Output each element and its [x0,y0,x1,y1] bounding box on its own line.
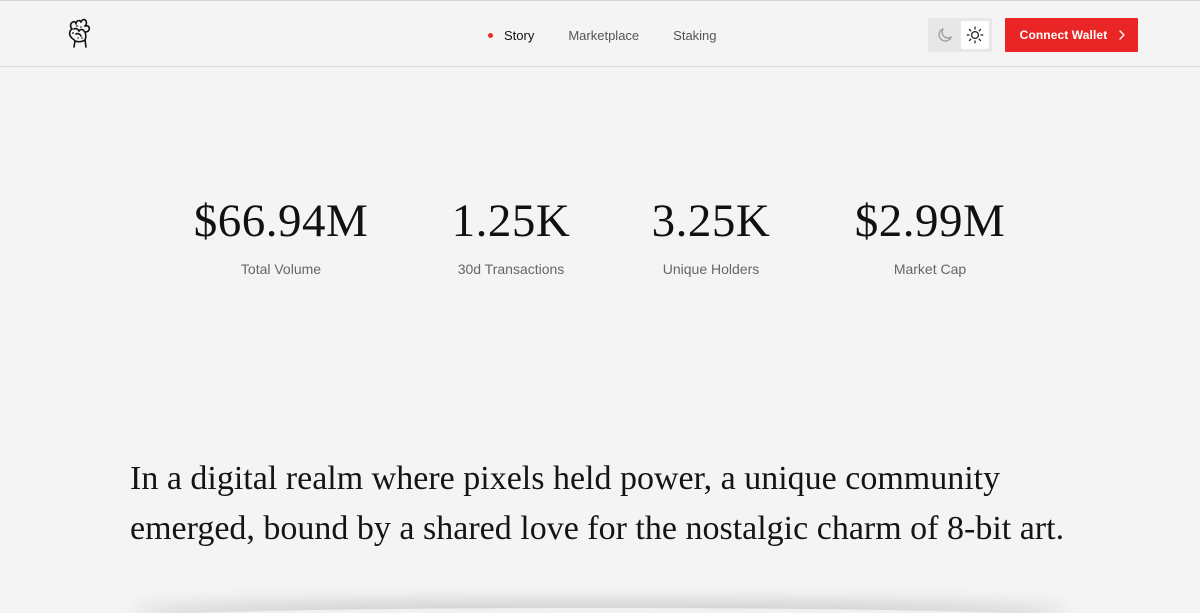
moon-icon [938,28,952,42]
sun-icon [966,26,984,44]
stats-section: $66.94M Total Volume 1.25K 30d Transacti… [0,194,1200,294]
stat-label: Unique Holders [662,261,760,277]
connect-wallet-label: Connect Wallet [1019,28,1108,42]
stat-value: 3.25K [651,195,771,247]
stat-label: 30d Transactions [457,261,565,277]
nav-item-staking[interactable]: Staking [673,28,716,43]
fist-logo-icon[interactable] [66,17,94,49]
nav-item-marketplace[interactable]: Marketplace [568,28,639,43]
stat-total-volume: $66.94M Total Volume [171,194,391,278]
story-paragraph: In a digital realm where pixels held pow… [130,460,1065,547]
nav-item-story[interactable]: Story [488,28,534,43]
fist-logo-graphic [68,18,91,48]
stat-label: Market Cap [893,261,967,277]
stat-value: $66.94M [193,195,369,247]
active-indicator-dot [488,32,493,38]
theme-toggle [928,18,992,52]
stat-30d-transactions: 1.25K 30d Transactions [401,194,621,278]
nav-item-label: Staking [673,27,717,43]
connect-wallet-button[interactable]: Connect Wallet [1005,18,1138,52]
top-navbar: Story Marketplace Staking Connect Wallet [0,0,1200,67]
light-mode-button[interactable] [961,21,989,49]
main-nav: Story Marketplace Staking [488,26,717,44]
nav-item-label: Marketplace [568,27,640,43]
stat-unique-holders: 3.25K Unique Holders [601,194,821,278]
nav-item-label: Story [504,27,535,43]
stat-market-cap: $2.99M Market Cap [820,194,1040,278]
page: Story Marketplace Staking Connect Wallet… [0,0,1200,613]
stat-value: 1.25K [451,195,571,247]
dark-mode-button[interactable] [931,21,959,49]
chevron-right-icon [1117,30,1127,40]
stat-value: $2.99M [854,195,1006,247]
stat-label: Total Volume [240,261,322,277]
content-card-edge [130,608,1070,613]
